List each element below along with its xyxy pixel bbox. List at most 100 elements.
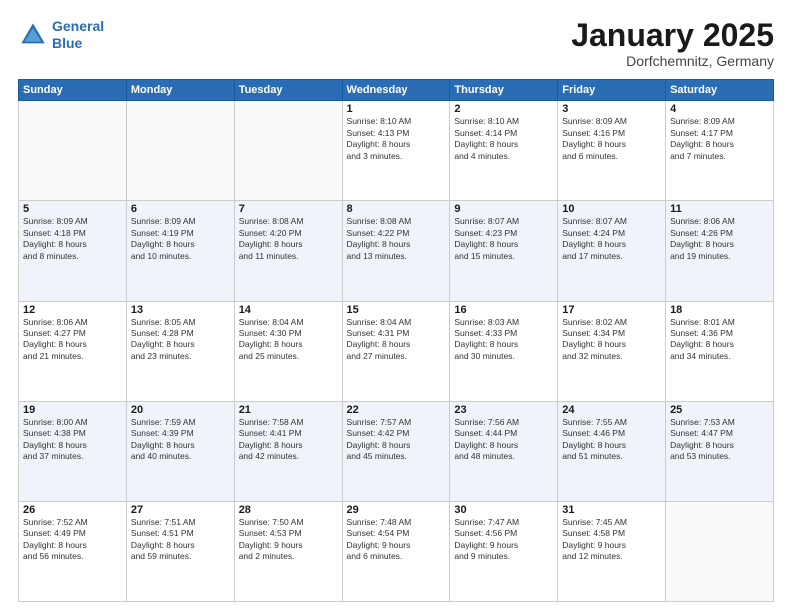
weekday-header-tuesday: Tuesday [234,80,342,101]
day-info: Sunrise: 8:07 AM Sunset: 4:24 PM Dayligh… [562,216,661,262]
day-info: Sunrise: 8:02 AM Sunset: 4:34 PM Dayligh… [562,317,661,363]
day-number: 28 [239,504,338,516]
day-info: Sunrise: 8:08 AM Sunset: 4:22 PM Dayligh… [347,216,446,262]
day-info: Sunrise: 8:04 AM Sunset: 4:31 PM Dayligh… [347,317,446,363]
day-info: Sunrise: 7:48 AM Sunset: 4:54 PM Dayligh… [347,517,446,563]
day-number: 29 [347,504,446,516]
week-row-1: 1Sunrise: 8:10 AM Sunset: 4:13 PM Daylig… [19,101,774,201]
weekday-header-wednesday: Wednesday [342,80,450,101]
day-cell-15: 15Sunrise: 8:04 AM Sunset: 4:31 PM Dayli… [342,301,450,401]
weekday-header-sunday: Sunday [19,80,127,101]
day-cell-26: 26Sunrise: 7:52 AM Sunset: 4:49 PM Dayli… [19,501,127,601]
day-number: 22 [347,404,446,416]
day-cell-19: 19Sunrise: 8:00 AM Sunset: 4:38 PM Dayli… [19,401,127,501]
day-number: 17 [562,304,661,316]
weekday-header-saturday: Saturday [666,80,774,101]
header: General Blue January 2025 Dorfchemnitz, … [18,18,774,69]
logo-text: General Blue [52,18,104,52]
day-cell-16: 16Sunrise: 8:03 AM Sunset: 4:33 PM Dayli… [450,301,558,401]
day-info: Sunrise: 7:47 AM Sunset: 4:56 PM Dayligh… [454,517,553,563]
day-cell-2: 2Sunrise: 8:10 AM Sunset: 4:14 PM Daylig… [450,101,558,201]
day-number: 3 [562,103,661,115]
day-cell-31: 31Sunrise: 7:45 AM Sunset: 4:58 PM Dayli… [558,501,666,601]
day-info: Sunrise: 7:59 AM Sunset: 4:39 PM Dayligh… [131,417,230,463]
month-title: January 2025 [571,18,774,53]
day-info: Sunrise: 8:05 AM Sunset: 4:28 PM Dayligh… [131,317,230,363]
day-info: Sunrise: 8:08 AM Sunset: 4:20 PM Dayligh… [239,216,338,262]
week-row-4: 19Sunrise: 8:00 AM Sunset: 4:38 PM Dayli… [19,401,774,501]
empty-cell [234,101,342,201]
day-cell-12: 12Sunrise: 8:06 AM Sunset: 4:27 PM Dayli… [19,301,127,401]
weekday-header-friday: Friday [558,80,666,101]
day-cell-11: 11Sunrise: 8:06 AM Sunset: 4:26 PM Dayli… [666,201,774,301]
logo-blue: Blue [52,35,82,51]
title-block: January 2025 Dorfchemnitz, Germany [571,18,774,69]
day-cell-21: 21Sunrise: 7:58 AM Sunset: 4:41 PM Dayli… [234,401,342,501]
day-cell-22: 22Sunrise: 7:57 AM Sunset: 4:42 PM Dayli… [342,401,450,501]
day-cell-28: 28Sunrise: 7:50 AM Sunset: 4:53 PM Dayli… [234,501,342,601]
weekday-header-monday: Monday [126,80,234,101]
day-cell-14: 14Sunrise: 8:04 AM Sunset: 4:30 PM Dayli… [234,301,342,401]
day-cell-10: 10Sunrise: 8:07 AM Sunset: 4:24 PM Dayli… [558,201,666,301]
day-info: Sunrise: 8:01 AM Sunset: 4:36 PM Dayligh… [670,317,769,363]
day-number: 31 [562,504,661,516]
day-info: Sunrise: 7:51 AM Sunset: 4:51 PM Dayligh… [131,517,230,563]
day-info: Sunrise: 8:03 AM Sunset: 4:33 PM Dayligh… [454,317,553,363]
week-row-5: 26Sunrise: 7:52 AM Sunset: 4:49 PM Dayli… [19,501,774,601]
day-cell-6: 6Sunrise: 8:09 AM Sunset: 4:19 PM Daylig… [126,201,234,301]
day-cell-30: 30Sunrise: 7:47 AM Sunset: 4:56 PM Dayli… [450,501,558,601]
day-cell-27: 27Sunrise: 7:51 AM Sunset: 4:51 PM Dayli… [126,501,234,601]
day-number: 24 [562,404,661,416]
day-info: Sunrise: 7:45 AM Sunset: 4:58 PM Dayligh… [562,517,661,563]
day-number: 8 [347,203,446,215]
day-number: 27 [131,504,230,516]
day-info: Sunrise: 8:04 AM Sunset: 4:30 PM Dayligh… [239,317,338,363]
weekday-header-thursday: Thursday [450,80,558,101]
week-row-2: 5Sunrise: 8:09 AM Sunset: 4:18 PM Daylig… [19,201,774,301]
day-info: Sunrise: 8:09 AM Sunset: 4:16 PM Dayligh… [562,116,661,162]
day-info: Sunrise: 8:09 AM Sunset: 4:18 PM Dayligh… [23,216,122,262]
location-subtitle: Dorfchemnitz, Germany [571,53,774,69]
day-info: Sunrise: 8:09 AM Sunset: 4:17 PM Dayligh… [670,116,769,162]
day-number: 30 [454,504,553,516]
day-number: 18 [670,304,769,316]
day-info: Sunrise: 7:53 AM Sunset: 4:47 PM Dayligh… [670,417,769,463]
day-info: Sunrise: 8:00 AM Sunset: 4:38 PM Dayligh… [23,417,122,463]
empty-cell [126,101,234,201]
day-cell-7: 7Sunrise: 8:08 AM Sunset: 4:20 PM Daylig… [234,201,342,301]
weekday-header-row: SundayMondayTuesdayWednesdayThursdayFrid… [19,80,774,101]
logo-icon [18,20,48,50]
day-cell-1: 1Sunrise: 8:10 AM Sunset: 4:13 PM Daylig… [342,101,450,201]
day-number: 4 [670,103,769,115]
day-number: 6 [131,203,230,215]
day-cell-8: 8Sunrise: 8:08 AM Sunset: 4:22 PM Daylig… [342,201,450,301]
day-info: Sunrise: 8:10 AM Sunset: 4:14 PM Dayligh… [454,116,553,162]
day-cell-29: 29Sunrise: 7:48 AM Sunset: 4:54 PM Dayli… [342,501,450,601]
day-number: 19 [23,404,122,416]
day-cell-5: 5Sunrise: 8:09 AM Sunset: 4:18 PM Daylig… [19,201,127,301]
day-info: Sunrise: 8:07 AM Sunset: 4:23 PM Dayligh… [454,216,553,262]
day-number: 20 [131,404,230,416]
page: General Blue January 2025 Dorfchemnitz, … [0,0,792,612]
day-info: Sunrise: 7:58 AM Sunset: 4:41 PM Dayligh… [239,417,338,463]
day-number: 5 [23,203,122,215]
day-number: 11 [670,203,769,215]
logo: General Blue [18,18,104,52]
day-number: 15 [347,304,446,316]
day-info: Sunrise: 8:06 AM Sunset: 4:26 PM Dayligh… [670,216,769,262]
day-number: 1 [347,103,446,115]
day-info: Sunrise: 7:52 AM Sunset: 4:49 PM Dayligh… [23,517,122,563]
day-cell-4: 4Sunrise: 8:09 AM Sunset: 4:17 PM Daylig… [666,101,774,201]
calendar: SundayMondayTuesdayWednesdayThursdayFrid… [18,79,774,602]
day-info: Sunrise: 7:57 AM Sunset: 4:42 PM Dayligh… [347,417,446,463]
day-cell-17: 17Sunrise: 8:02 AM Sunset: 4:34 PM Dayli… [558,301,666,401]
day-cell-25: 25Sunrise: 7:53 AM Sunset: 4:47 PM Dayli… [666,401,774,501]
day-number: 25 [670,404,769,416]
day-number: 13 [131,304,230,316]
day-number: 26 [23,504,122,516]
day-info: Sunrise: 7:56 AM Sunset: 4:44 PM Dayligh… [454,417,553,463]
day-number: 10 [562,203,661,215]
day-number: 7 [239,203,338,215]
logo-general: General [52,18,104,34]
empty-cell [19,101,127,201]
